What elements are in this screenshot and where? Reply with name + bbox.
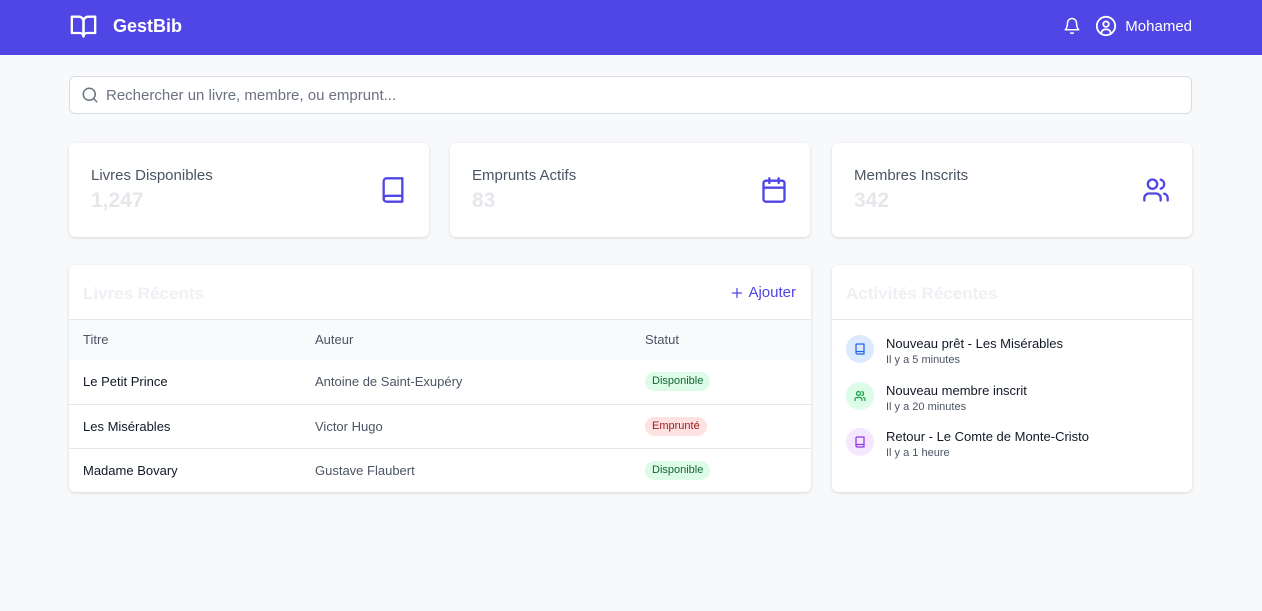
user-circle-icon [1096,15,1117,37]
activity-time: Il y a 5 minutes [886,354,960,366]
activity-text: Retour - Le Comte de Monte-Cristo [886,429,1090,444]
table-row[interactable]: Les Misérables Victor Hugo Emprunté [69,404,811,448]
book-title: Madame Bovary [83,463,178,478]
book-icon [382,177,404,203]
column-header-titre: Titre [83,332,109,347]
app-name: GestBib [113,15,183,36]
recent-activities-title: Activités Récentes [846,284,998,303]
book-title: Le Petit Prince [83,374,168,389]
status-badge: Disponible [645,461,711,480]
activity-icon-badge [846,335,874,363]
user-name: Mohamed [1125,17,1192,35]
stat-value: 1,247 [91,189,144,212]
add-book-button[interactable]: Ajouter [731,284,796,301]
book-author: Victor Hugo [315,419,383,434]
book-icon [855,343,865,355]
stat-label: Livres Disponibles [91,167,213,184]
users-icon [854,390,866,402]
stat-value: 342 [854,189,890,212]
book-icon [855,436,865,448]
table-row[interactable]: Madame Bovary Gustave Flaubert Disponibl… [69,448,811,492]
activity-time: Il y a 1 heure [886,447,950,459]
users-icon [1143,178,1169,202]
book-author: Gustave Flaubert [315,463,415,478]
activity-item[interactable]: Nouveau prêt - Les Misérables Il y a 5 m… [846,335,1176,375]
stat-card-emprunts: Emprunts Actifs 83 [450,143,810,237]
recent-activities-panel: Activités Récentes Nouveau prêt - Les Mi… [832,265,1192,492]
stat-card-livres: Livres Disponibles 1,247 [69,143,429,237]
activity-text: Nouveau prêt - Les Misérables [886,336,1064,351]
add-book-label: Ajouter [748,284,796,301]
status-badge: Disponible [645,372,711,391]
bell-icon[interactable] [1063,17,1081,35]
activity-text: Nouveau membre inscrit [886,383,1027,398]
recent-books-panel: Livres Récents Ajouter Titre Auteur Stat… [69,265,811,492]
status-badge: Emprunté [645,417,707,436]
book-author: Antoine de Saint-Exupéry [315,374,463,389]
plus-icon [732,287,743,298]
activity-item[interactable]: Nouveau membre inscrit Il y a 20 minutes [846,382,1176,422]
stat-label: Emprunts Actifs [472,167,577,184]
stat-label: Membres Inscrits [854,167,969,184]
search-input[interactable] [106,77,1176,113]
divider [832,319,1192,320]
column-header-auteur: Auteur [315,332,354,347]
activity-icon-badge [846,382,874,410]
activity-item[interactable]: Retour - Le Comte de Monte-Cristo Il y a… [846,428,1176,468]
stat-card-membres: Membres Inscrits 342 [832,143,1192,237]
activity-icon-badge [846,428,874,456]
calendar-icon [762,177,786,203]
table-row[interactable]: Le Petit Prince Antoine de Saint-Exupéry… [69,360,811,404]
user-menu-button[interactable]: Mohamed [1095,15,1192,37]
search-icon [82,87,98,103]
brand[interactable]: GestBib [69,12,182,40]
recent-books-title: Livres Récents [83,284,204,303]
column-header-statut: Statut [645,332,679,347]
navbar: GestBib Mohamed [0,0,1262,55]
open-book-icon [70,15,97,38]
book-title: Les Misérables [83,419,171,434]
search-bar[interactable] [69,76,1192,114]
stat-value: 83 [472,189,496,212]
activity-time: Il y a 20 minutes [886,401,967,413]
table-header: Titre Auteur Statut [69,320,811,360]
